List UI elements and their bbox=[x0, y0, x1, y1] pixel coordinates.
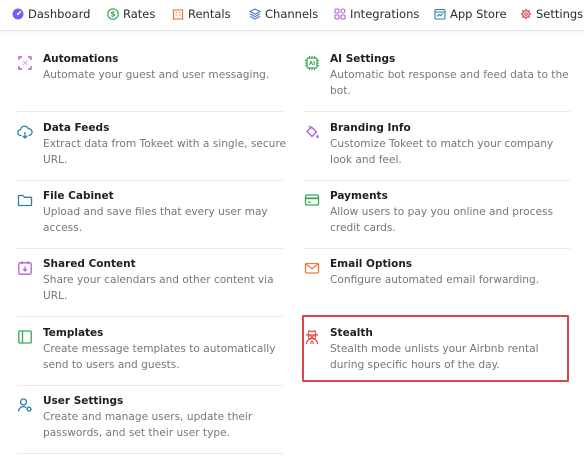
nav-settings-label: Settings bbox=[536, 7, 584, 21]
card-title: Payments bbox=[330, 190, 388, 202]
ai-chip-icon: AI bbox=[305, 56, 319, 70]
nav-rates-label: Rates bbox=[123, 7, 156, 21]
divider bbox=[17, 111, 283, 112]
layers-icon bbox=[249, 8, 261, 20]
svg-text:AI: AI bbox=[309, 61, 315, 67]
envelope-icon bbox=[304, 262, 320, 274]
card-title: AI Settings bbox=[330, 53, 396, 65]
card-description: Automate your guest and user messaging. bbox=[43, 69, 270, 81]
grid-icon bbox=[334, 8, 346, 20]
credit-card-icon bbox=[304, 194, 320, 206]
calendar-icon bbox=[18, 261, 32, 275]
card-title: Templates bbox=[43, 327, 104, 339]
nav-channels[interactable]: Channels bbox=[249, 0, 318, 28]
nav-dashboard[interactable]: Dashboard bbox=[12, 0, 90, 28]
card-description: Share your calendars and other content v… bbox=[43, 274, 274, 302]
divider bbox=[304, 180, 570, 181]
dollar-icon: $ bbox=[107, 8, 119, 20]
user-gear-icon bbox=[17, 398, 32, 413]
cloud-download-icon bbox=[17, 125, 33, 139]
card-description: Extract data from Tokeet with a single, … bbox=[43, 138, 287, 166]
nav-integrations[interactable]: Integrations bbox=[334, 0, 419, 28]
card-description: Automatic bot response and feed data to … bbox=[330, 69, 569, 97]
divider bbox=[17, 385, 283, 386]
building-icon bbox=[172, 9, 184, 20]
card-description: Create and manage users, update their pa… bbox=[43, 411, 253, 439]
automation-icon bbox=[18, 56, 32, 70]
card-title: File Cabinet bbox=[43, 190, 114, 202]
nav-app-store[interactable]: App Store bbox=[434, 0, 507, 28]
card-description: Customize Tokeet to match your company l… bbox=[330, 138, 554, 166]
folder-icon bbox=[17, 194, 33, 207]
template-icon bbox=[18, 330, 32, 344]
svg-text:$: $ bbox=[110, 10, 115, 19]
card-description: Upload and save files that every user ma… bbox=[43, 206, 268, 234]
nav-rentals-label: Rentals bbox=[188, 7, 231, 21]
card-description: Configure automated email forwarding. bbox=[330, 274, 540, 286]
nav-integrations-label: Integrations bbox=[350, 7, 420, 21]
card-title: Branding Info bbox=[330, 122, 411, 134]
divider bbox=[17, 180, 283, 181]
divider bbox=[304, 111, 570, 112]
divider bbox=[17, 248, 283, 249]
card-description: Create message templates to automaticall… bbox=[43, 343, 276, 371]
nav-rates[interactable]: $ Rates bbox=[107, 0, 155, 28]
gear-icon bbox=[520, 8, 532, 20]
card-title: User Settings bbox=[43, 395, 124, 407]
nav-rentals[interactable]: Rentals bbox=[172, 0, 231, 28]
nav-dashboard-label: Dashboard bbox=[28, 7, 91, 21]
card-title: Data Feeds bbox=[43, 122, 110, 134]
store-icon bbox=[434, 8, 446, 20]
divider bbox=[304, 248, 570, 249]
divider bbox=[17, 453, 283, 454]
dashboard-icon bbox=[12, 8, 24, 20]
nav-channels-label: Channels bbox=[265, 7, 319, 21]
paint-bucket-icon bbox=[306, 125, 319, 139]
card-description: Allow users to pay you online and proces… bbox=[330, 206, 554, 234]
top-nav: Dashboard $ Rates Rentals Channels Integ… bbox=[0, 0, 584, 31]
card-title: Automations bbox=[43, 53, 119, 65]
nav-settings[interactable]: Settings bbox=[520, 0, 583, 28]
selection-highlight bbox=[302, 315, 569, 382]
nav-app-store-label: App Store bbox=[450, 7, 507, 21]
divider bbox=[17, 316, 283, 317]
card-title: Email Options bbox=[330, 258, 413, 270]
card-title: Shared Content bbox=[43, 258, 136, 270]
